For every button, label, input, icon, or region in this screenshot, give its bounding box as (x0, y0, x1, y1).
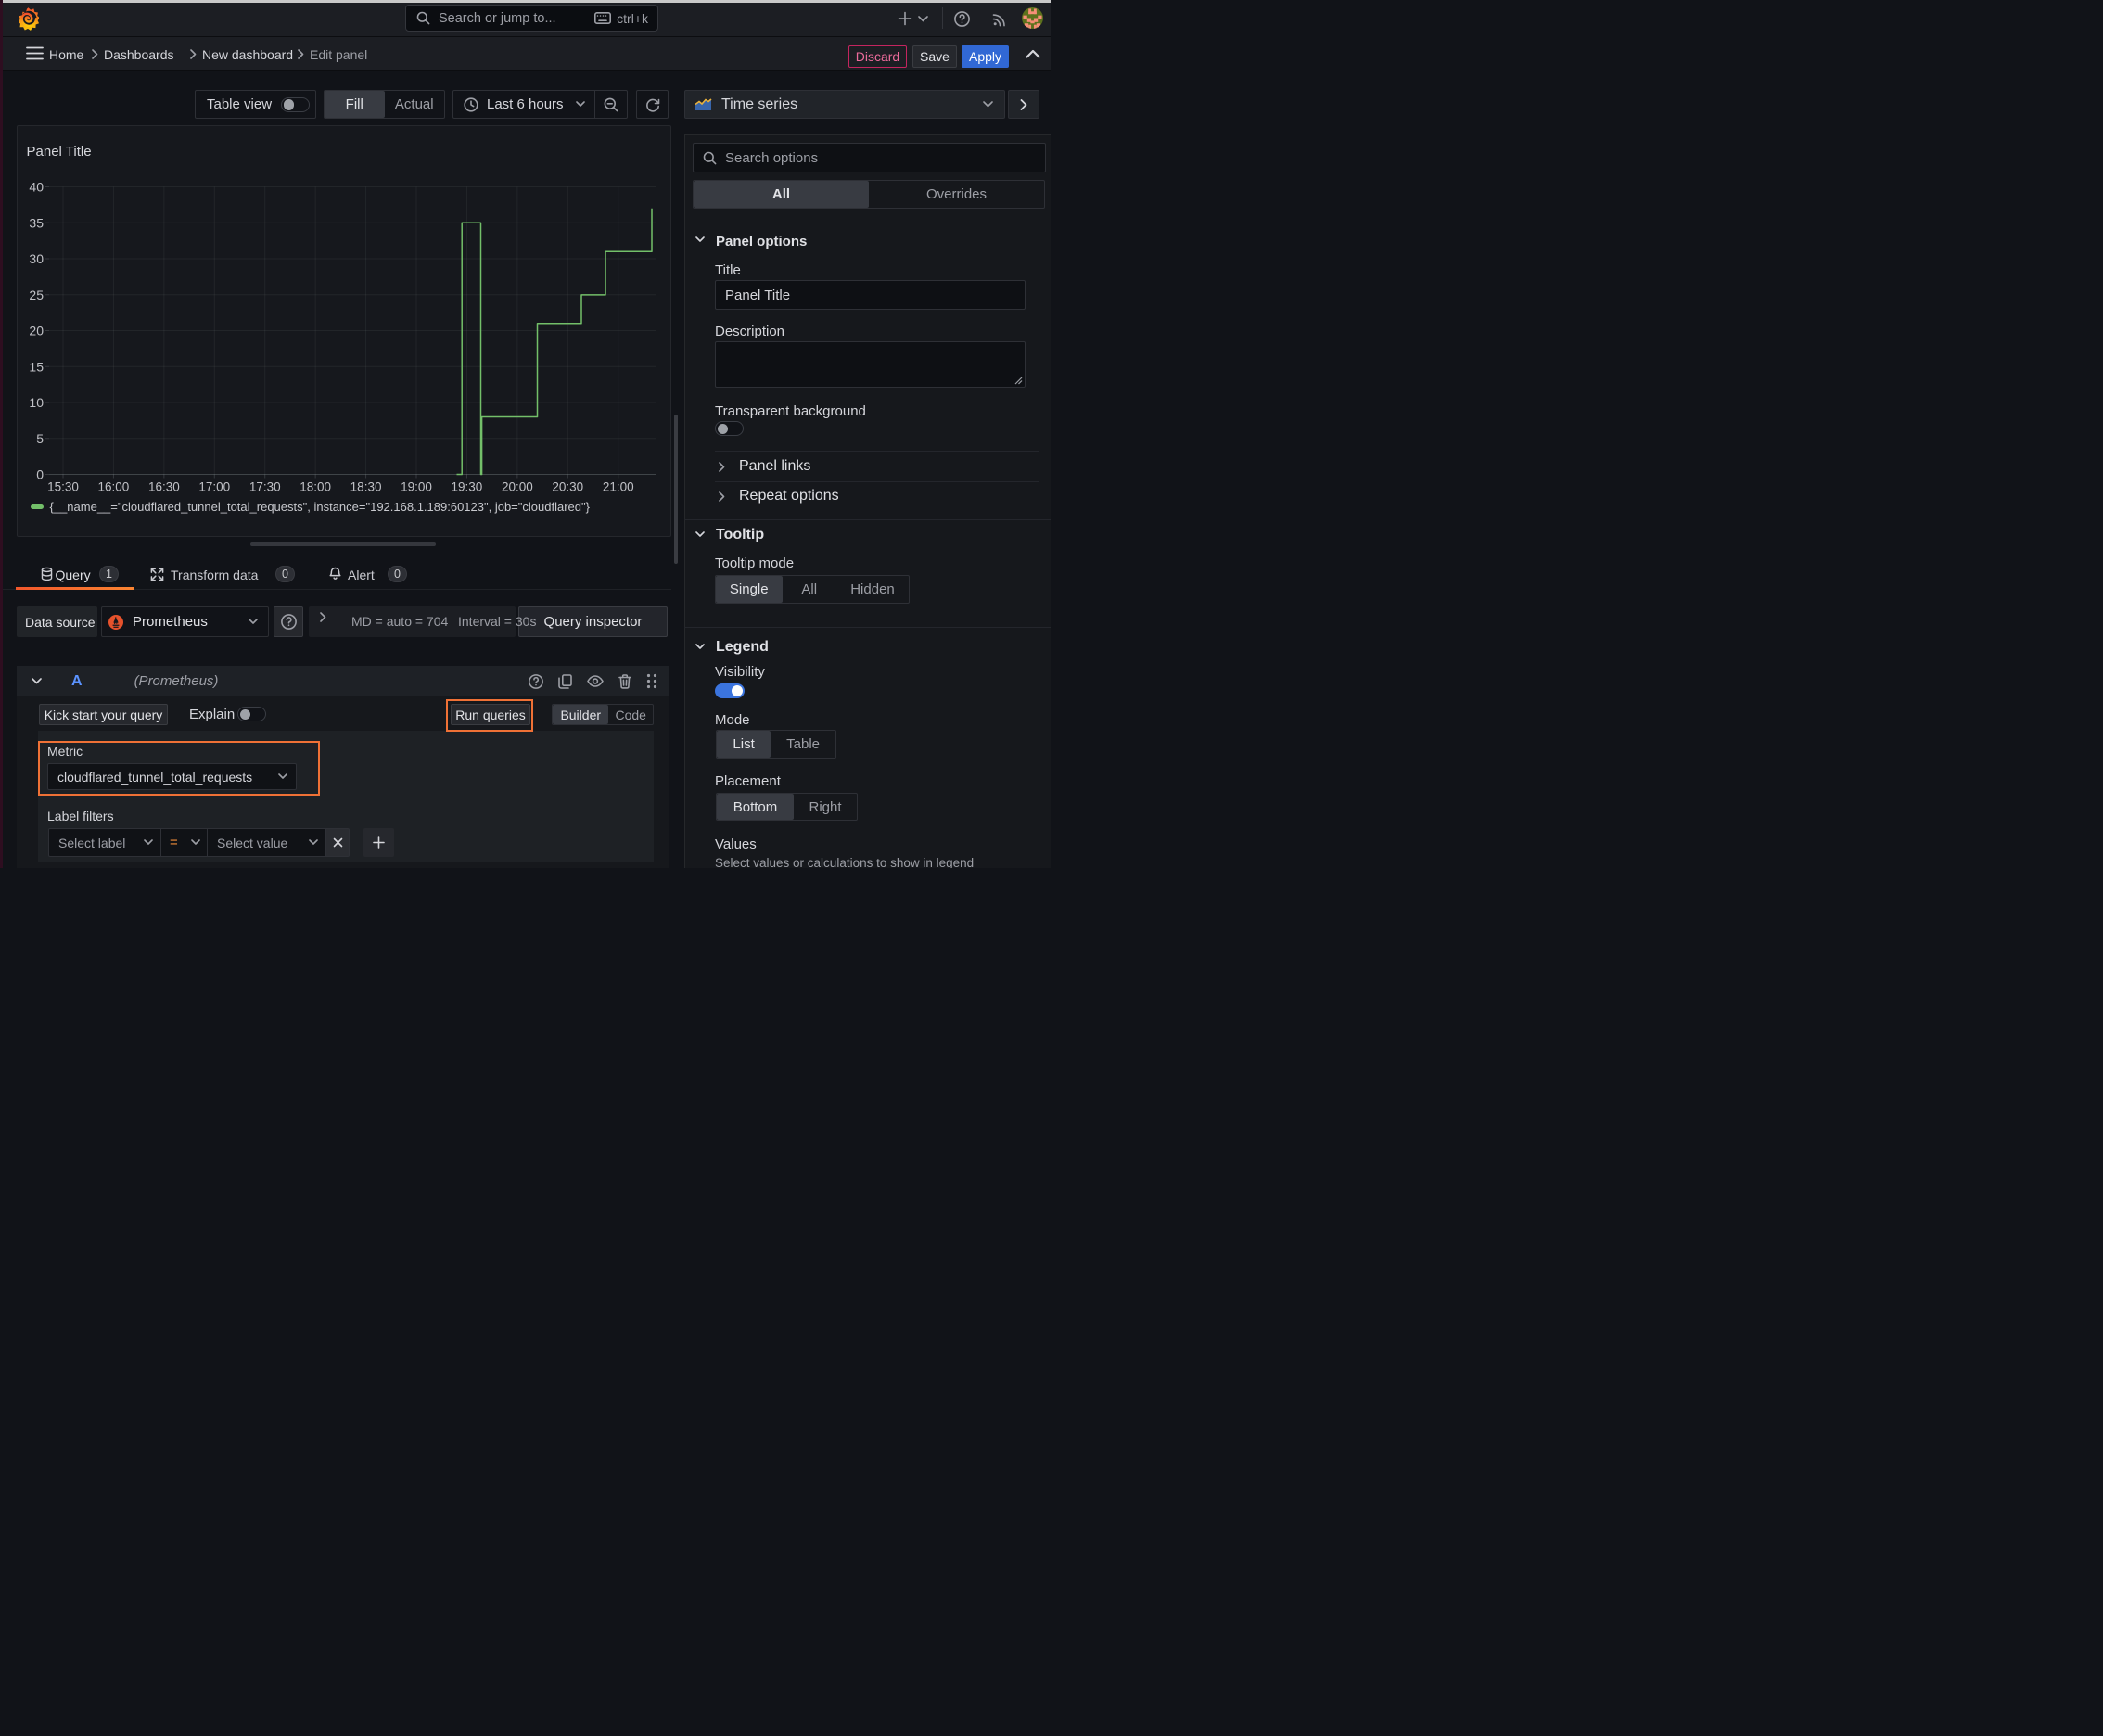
svg-text:17:30: 17:30 (249, 480, 281, 494)
svg-text:40: 40 (29, 180, 44, 195)
svg-text:15:30: 15:30 (47, 480, 79, 494)
svg-text:18:30: 18:30 (350, 480, 382, 494)
svg-text:5: 5 (36, 431, 44, 446)
svg-text:20:00: 20:00 (502, 480, 533, 494)
svg-text:0: 0 (36, 467, 44, 482)
svg-text:19:00: 19:00 (401, 480, 432, 494)
svg-text:21:00: 21:00 (603, 480, 634, 494)
svg-text:35: 35 (29, 215, 44, 230)
svg-text:10: 10 (29, 395, 44, 410)
svg-text:16:00: 16:00 (98, 480, 130, 494)
svg-text:18:00: 18:00 (300, 480, 331, 494)
svg-text:25: 25 (29, 287, 44, 302)
svg-text:17:00: 17:00 (198, 480, 230, 494)
svg-text:20: 20 (29, 324, 44, 338)
svg-text:20:30: 20:30 (552, 480, 583, 494)
svg-text:15: 15 (29, 359, 44, 374)
svg-text:30: 30 (29, 251, 44, 266)
svg-text:16:30: 16:30 (148, 480, 180, 494)
svg-text:19:30: 19:30 (452, 480, 483, 494)
